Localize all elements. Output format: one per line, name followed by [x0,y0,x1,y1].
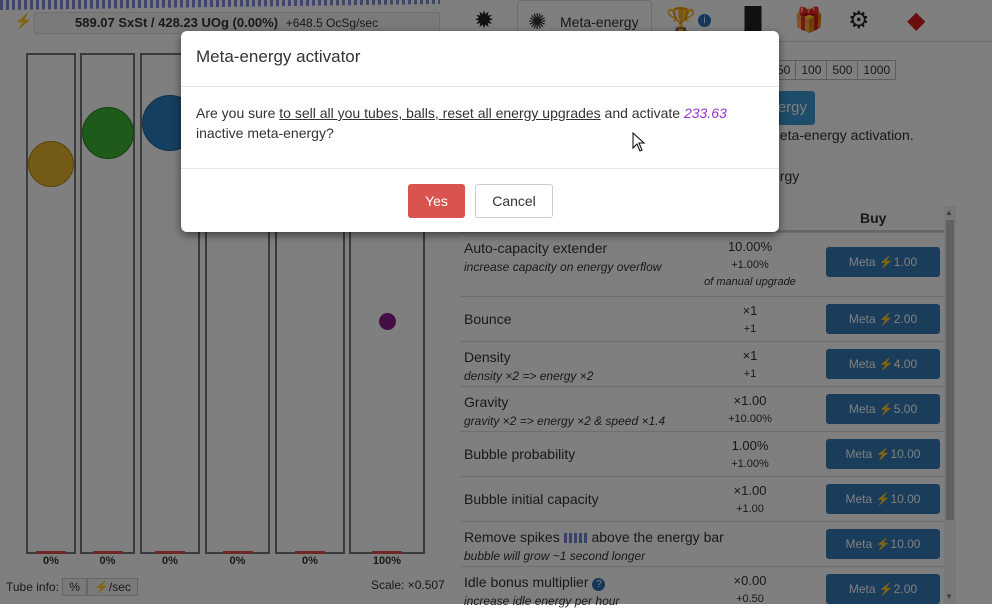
yes-button[interactable]: Yes [408,184,465,218]
dialog-body: Are you sure to sell all you tubes, ball… [181,87,779,168]
dialog-footer: Yes Cancel [181,168,779,232]
dialog-text-middle: and activate [601,105,684,121]
dialog-title: Meta-energy activator [196,47,360,66]
mouse-cursor-icon [632,132,646,152]
meta-energy-amount: 233.63 [684,105,727,121]
dialog-text-warning: to sell all you tubes, balls, reset all … [279,105,600,121]
dialog-text-prefix: Are you sure [196,105,279,121]
cancel-button[interactable]: Cancel [475,184,553,218]
confirm-dialog: Meta-energy activator Are you sure to se… [181,31,779,232]
dialog-text-suffix: inactive meta-energy? [196,125,334,141]
dialog-header: Meta-energy activator [181,31,779,87]
